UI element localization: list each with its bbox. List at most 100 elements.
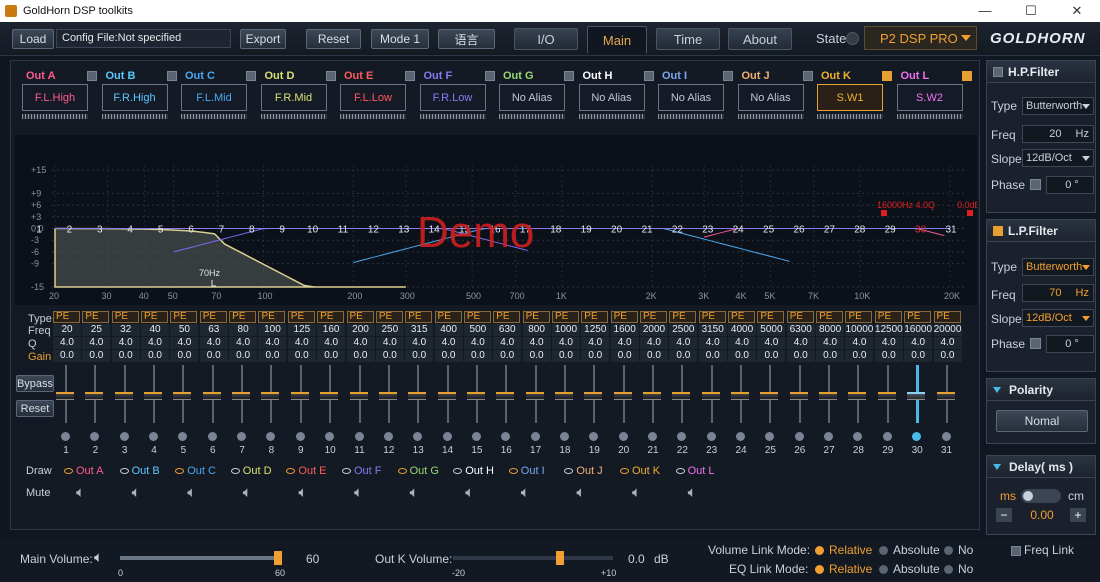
main-volume-knob[interactable] [274,551,282,565]
eq-freq-cell[interactable]: 1000 [551,324,580,336]
eq-type-select[interactable]: PE [405,311,433,323]
lpf-phase-field[interactable]: 0 ° [1046,335,1094,353]
eq-freq-cell[interactable]: 800 [522,324,551,336]
eq-freq-cell[interactable]: 32 [111,324,140,336]
speaker-icon[interactable]: 🔈︎ [521,484,530,501]
delay-value[interactable]: 0.00 [1017,508,1067,522]
output-alias-button[interactable]: F.R.Mid [260,84,327,111]
slider-knob[interactable] [672,392,691,400]
eq-type-select[interactable]: PE [170,311,198,323]
slider-knob[interactable] [936,392,955,400]
eq-type-select[interactable]: PE [757,311,785,323]
reset-all-button[interactable]: Reset [306,29,361,49]
eq-freq-cell[interactable]: 50 [170,324,199,336]
eq-q-cell[interactable]: 4.0 [933,337,962,349]
eq-freq-cell[interactable]: 20 [53,324,81,336]
eq-type-select[interactable]: PE [141,311,169,323]
eq-freq-cell[interactable]: 2500 [669,324,698,336]
eq-q-cell[interactable]: 4.0 [522,337,551,349]
tab-time[interactable]: Time [656,28,720,50]
eq-q-cell[interactable]: 4.0 [317,337,346,349]
polarity-header[interactable]: Polarity [987,379,1095,401]
vlm-absolute-radio[interactable]: Absolute [879,543,940,557]
slider-knob[interactable] [789,392,808,400]
eq-gain-cell[interactable]: 0.0 [786,350,815,362]
hpf-type-select[interactable]: Butterworth [1022,97,1094,115]
eq-freq-cell[interactable]: 3150 [698,324,727,336]
eq-q-cell[interactable]: 4.0 [346,337,375,349]
eqlm-absolute-radio[interactable]: Absolute [879,562,940,576]
eq-type-select[interactable]: PE [463,311,491,323]
eq-q-cell[interactable]: 4.0 [581,337,610,349]
draw-toggle[interactable]: Out H [453,465,494,477]
draw-toggle[interactable]: Out C [175,465,216,477]
eq-type-select[interactable]: PE [551,311,579,323]
eq-q-cell[interactable]: 4.0 [816,337,845,349]
eq-gain-cell[interactable]: 0.0 [111,350,140,362]
eq-type-select[interactable]: PE [816,311,844,323]
eq-q-cell[interactable]: 4.0 [757,337,786,349]
eq-type-select[interactable]: PE [82,311,110,323]
close-button[interactable]: ✕ [1054,3,1100,19]
band-select-dot[interactable] [882,432,892,441]
eq-type-select[interactable]: PE [522,311,550,323]
eq-type-select[interactable]: PE [786,311,814,323]
speaker-icon[interactable]: 🔈︎ [410,484,419,501]
output-link-checkbox[interactable] [87,71,97,81]
eq-q-cell[interactable]: 4.0 [463,337,492,349]
eq-gain-cell[interactable]: 0.0 [258,350,287,362]
eq-freq-cell[interactable]: 500 [463,324,492,336]
slider-knob[interactable] [496,392,515,400]
eq-q-cell[interactable]: 4.0 [229,337,258,349]
speaker-icon[interactable]: 🔈︎ [576,484,585,501]
device-select[interactable]: P2 DSP PRO [864,26,977,50]
eq-gain-cell[interactable]: 0.0 [933,350,962,362]
slider-knob[interactable] [202,392,221,400]
output-link-checkbox[interactable] [484,71,495,81]
eq-gain-cell[interactable]: 0.0 [669,350,698,362]
main-volume-slider[interactable] [120,551,282,565]
eq-type-select[interactable]: PE [53,311,80,323]
output-link-checkbox[interactable] [723,71,733,81]
speaker-icon[interactable]: 🔈︎ [76,484,85,501]
eq-q-cell[interactable]: 4.0 [375,337,404,349]
eq-freq-cell[interactable]: 630 [493,324,522,336]
eq-gain-cell[interactable]: 0.0 [874,350,903,362]
eq-gain-cell[interactable]: 0.0 [904,350,933,362]
eq-gain-cell[interactable]: 0.0 [493,350,522,362]
eq-freq-cell[interactable]: 12500 [874,324,903,336]
eq-freq-cell[interactable]: 8000 [816,324,845,336]
eq-freq-cell[interactable]: 125 [287,324,316,336]
output-link-checkbox[interactable] [405,71,415,81]
output-alias-button[interactable]: F.L.Low [340,84,406,111]
output-link-checkbox[interactable] [246,71,256,81]
speaker-icon[interactable]: 🔈︎ [298,484,307,501]
eq-freq-cell[interactable]: 20000 [933,324,962,336]
draw-toggle[interactable]: Out E [286,465,327,477]
eq-type-select[interactable]: PE [640,311,667,323]
band-select-dot[interactable] [706,432,716,441]
eq-gain-cell[interactable]: 0.0 [581,350,610,362]
eq-type-select[interactable]: PE [728,311,756,323]
eq-freq-cell[interactable]: 4000 [728,324,757,336]
eq-freq-cell[interactable]: 25 [82,324,111,336]
draw-toggle[interactable]: Out G [397,465,439,477]
slider-knob[interactable] [114,392,133,400]
eq-type-select[interactable]: PE [287,311,315,323]
slider-knob[interactable] [848,392,867,400]
eq-q-cell[interactable]: 4.0 [551,337,580,349]
eq-type-select[interactable]: PE [317,311,345,323]
eq-gain-cell[interactable]: 0.0 [522,350,551,362]
slider-knob[interactable] [907,392,926,400]
output-link-checkbox[interactable] [643,71,654,81]
hpf-slope-select[interactable]: 12dB/Oct [1022,149,1094,167]
lpf-enable-checkbox[interactable] [993,225,1003,236]
eq-q-cell[interactable]: 4.0 [698,337,727,349]
eq-type-select[interactable]: PE [493,311,521,323]
lpf-type-select[interactable]: Butterworth [1022,258,1094,276]
draw-toggle[interactable]: Out J [564,465,603,477]
eq-freq-cell[interactable]: 250 [375,324,404,336]
eq-q-cell[interactable]: 4.0 [53,337,81,349]
eq-gain-cell[interactable]: 0.0 [141,350,170,362]
eq-curve-svg[interactable]: +15+9+6+30.0-3-6-9-1520 30 40 50 70 100 200 300… [15,135,981,305]
